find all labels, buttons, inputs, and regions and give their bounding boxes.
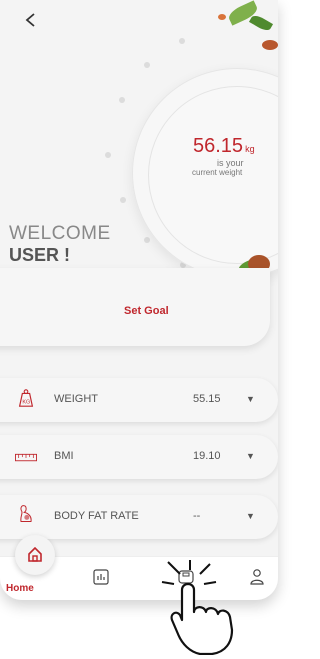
metric-row-weight[interactable]: KG WEIGHT 55.15 ▼ <box>0 378 278 422</box>
chevron-left-icon <box>25 13 35 27</box>
weight-scale-icon: KG <box>18 389 34 407</box>
app-screen: 56.15 kg is your current weight WELCOME U… <box>0 0 278 600</box>
metric-label: BMI <box>54 450 74 462</box>
weight-caption-2: current weight <box>192 168 243 177</box>
decor-dot <box>119 97 125 103</box>
back-button[interactable] <box>25 12 43 30</box>
metric-row-body-fat[interactable]: BODY FAT RATE -- ▼ <box>0 495 278 539</box>
food-decoration <box>262 40 278 50</box>
chart-icon[interactable] <box>93 569 109 585</box>
user-name: USER ! <box>9 245 71 265</box>
ruler-icon <box>15 453 37 462</box>
nav-home-label[interactable]: Home <box>6 583 34 594</box>
decor-dot <box>144 62 150 68</box>
decor-dot <box>179 38 185 44</box>
caret-down-icon[interactable]: ▼ <box>246 511 255 521</box>
metric-value: 55.15 <box>193 393 221 405</box>
metric-label: BODY FAT RATE <box>54 510 139 522</box>
set-goal-button[interactable]: Set Goal <box>124 305 169 317</box>
caret-down-icon[interactable]: ▼ <box>246 451 255 461</box>
decor-dot <box>144 237 150 243</box>
leaf-decoration <box>248 13 274 33</box>
home-icon <box>28 547 42 562</box>
current-weight-value: 56.15 kg <box>193 135 255 157</box>
decor-dot <box>120 197 126 203</box>
caret-down-icon[interactable]: ▼ <box>246 394 255 404</box>
metric-value: -- <box>193 510 201 522</box>
weight-unit: kg <box>245 144 255 154</box>
svg-text:KG: KG <box>22 399 30 405</box>
food-decoration <box>218 14 226 20</box>
decor-dot <box>105 152 111 158</box>
body-fat-icon <box>20 505 32 522</box>
metric-row-bmi[interactable]: BMI 19.10 ▼ <box>0 435 278 479</box>
tap-gesture-hand-icon <box>161 560 234 655</box>
welcome-text: WELCOME <box>9 223 111 244</box>
home-tab[interactable] <box>15 535 55 575</box>
metric-value: 19.10 <box>193 450 221 462</box>
metric-label: WEIGHT <box>54 393 98 405</box>
weight-caption: is your <box>217 158 244 168</box>
